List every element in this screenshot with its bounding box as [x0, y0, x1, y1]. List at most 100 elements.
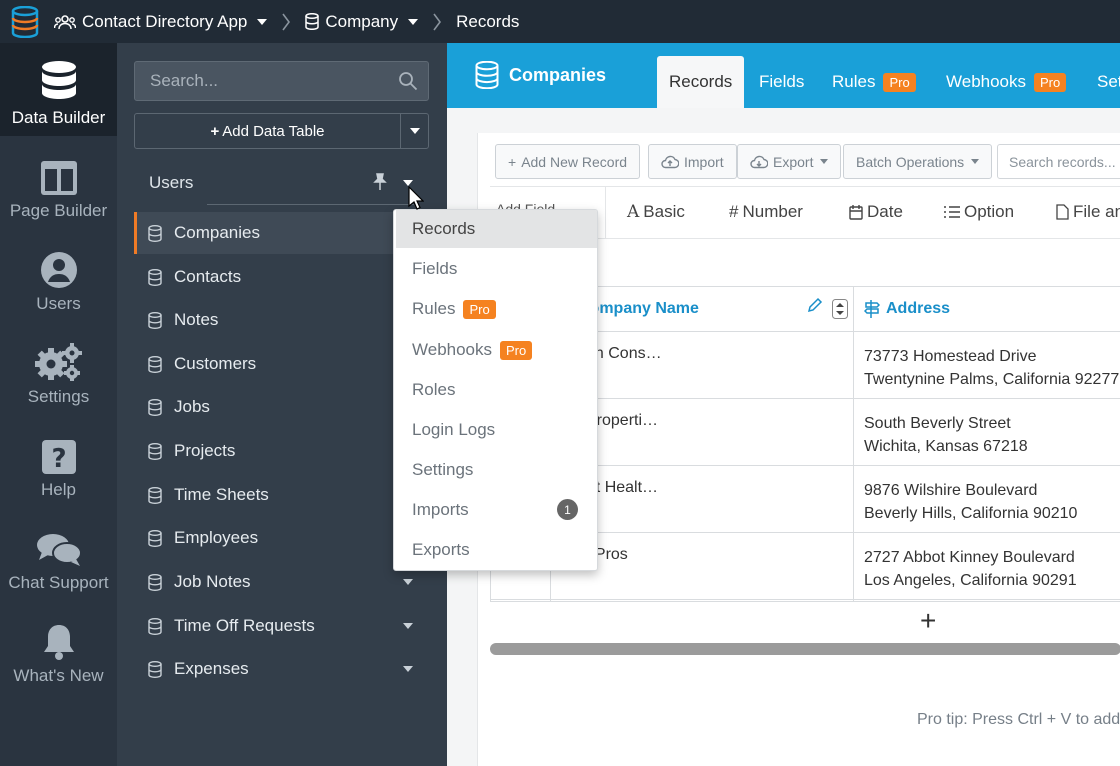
field-type-file[interactable]: File an	[1056, 202, 1120, 222]
pro-badge: Pro	[500, 340, 533, 360]
hash-icon: #	[729, 202, 739, 221]
breadcrumb-company[interactable]: Company	[305, 12, 419, 32]
nav-users[interactable]: Users	[0, 229, 117, 322]
batch-operations-button[interactable]: Batch Operations	[843, 144, 993, 179]
menu-item-imports[interactable]: Imports 1	[394, 491, 597, 529]
tab-label: Set	[1097, 72, 1120, 91]
chevron-down-icon[interactable]	[403, 579, 413, 585]
add-data-table-dropdown[interactable]	[400, 114, 428, 148]
mouse-cursor-icon	[408, 186, 424, 210]
sidebar-item-expenses[interactable]: Expenses	[134, 648, 429, 690]
database-icon	[305, 13, 320, 30]
sidebar-item-time-off-requests[interactable]: Time Off Requests	[134, 605, 429, 647]
add-row-button[interactable]: +	[920, 607, 936, 635]
horizontal-scrollbar[interactable]	[490, 643, 1120, 655]
search-records-input[interactable]: Search records...	[997, 144, 1120, 179]
sidebar-search-input[interactable]: Search...	[134, 61, 429, 101]
menu-item-settings[interactable]: Settings	[394, 451, 597, 489]
address-line-2: Twentynine Palms, California 92277	[864, 371, 1120, 388]
nav-whats-new[interactable]: What's New	[0, 601, 117, 694]
add-new-record-button[interactable]: + Add New Record	[495, 144, 641, 179]
svg-text:?: ?	[51, 444, 66, 474]
sidebar-item-projects[interactable]: Projects	[134, 430, 429, 472]
chevron-down-icon	[409, 128, 420, 134]
tab-webhooks[interactable]: Webhooks Pro	[946, 56, 1067, 108]
nav-label: What's New	[13, 666, 104, 685]
column-header-address[interactable]: Address	[854, 287, 1120, 332]
field-type-date[interactable]: Date	[849, 202, 903, 222]
nav-page-builder[interactable]: Page Builder	[0, 136, 117, 229]
menu-item-login-logs[interactable]: Login Logs	[394, 411, 597, 449]
sidebar-item-companies[interactable]: Companies	[134, 212, 429, 254]
tab-fields[interactable]: Fields	[759, 56, 804, 108]
help-icon: ?	[41, 429, 77, 475]
button-label: Import	[684, 153, 724, 170]
nav-data-builder[interactable]: Data Builder	[0, 43, 117, 136]
chevron-down-icon[interactable]	[403, 623, 413, 629]
sort-icon[interactable]	[832, 299, 848, 319]
sidebar-item-employees[interactable]: Employees	[134, 517, 429, 559]
add-data-table-button[interactable]: + Add Data Table	[135, 114, 400, 148]
list-icon	[944, 206, 960, 218]
address-line-1: South Beverly Street	[864, 415, 1011, 432]
sidebar-item-label: Companies	[174, 223, 260, 242]
address-line-2: Los Angeles, California 90291	[864, 572, 1077, 589]
nav-help[interactable]: ? Help	[0, 415, 117, 508]
nav-label: Settings	[27, 387, 90, 406]
user-icon	[40, 243, 78, 289]
users-label: Users	[149, 173, 194, 192]
menu-item-exports[interactable]: Exports	[394, 531, 597, 569]
database-icon	[148, 486, 162, 504]
page-title-text: Companies	[509, 64, 607, 85]
chevron-down-icon	[971, 159, 980, 164]
menu-item-rules[interactable]: Rules Pro	[394, 290, 597, 328]
menu-item-label: Login Logs	[412, 420, 496, 439]
menu-item-label: Fields	[412, 259, 458, 278]
pencil-icon[interactable]	[807, 297, 823, 313]
export-button[interactable]: Export	[737, 144, 842, 179]
tab-records[interactable]: Records	[657, 56, 745, 108]
page-builder-icon	[40, 150, 78, 196]
sidebar-item-time-sheets[interactable]: Time Sheets	[134, 474, 429, 516]
chat-icon	[36, 522, 82, 568]
chevron-down-icon[interactable]	[403, 666, 413, 672]
button-label: Batch Operations	[856, 153, 965, 170]
database-icon	[148, 529, 162, 547]
menu-item-roles[interactable]: Roles	[394, 371, 597, 409]
sidebar-item-notes[interactable]: Notes	[134, 299, 429, 341]
tab-label: Records	[669, 72, 733, 91]
field-type-label: File an	[1073, 202, 1120, 221]
app-logo-icon[interactable]	[0, 0, 50, 43]
menu-item-fields[interactable]: Fields	[394, 250, 597, 288]
nav-label: Users	[36, 294, 81, 313]
tab-rules[interactable]: Rules Pro	[832, 56, 916, 108]
tab-settings[interactable]: Set	[1097, 56, 1120, 108]
pin-icon[interactable]	[371, 173, 389, 191]
address-line-1: 9876 Wilshire Boulevard	[864, 482, 1038, 499]
button-label: Add New Record	[521, 153, 628, 170]
chevron-down-icon	[820, 159, 829, 164]
field-type-label: Date	[867, 202, 903, 221]
database-icon	[148, 442, 162, 460]
nav-settings[interactable]: Settings	[0, 322, 117, 415]
nav-label: Help	[41, 480, 76, 499]
table-options-menu: Records Fields Rules Pro Webhooks Pro Role…	[393, 209, 598, 571]
menu-item-webhooks[interactable]: Webhooks Pro	[394, 331, 597, 369]
menu-item-records[interactable]: Records	[396, 210, 597, 248]
field-type-basic[interactable]: A Basic	[627, 202, 685, 222]
app-switcher[interactable]: Contact Directory App	[54, 12, 268, 32]
sidebar-item-customers[interactable]: Customers	[134, 343, 429, 385]
nav-chat-support[interactable]: Chat Support	[0, 508, 117, 601]
sidebar-item-job-notes[interactable]: Job Notes	[134, 561, 429, 603]
sidebar-item-jobs[interactable]: Jobs	[134, 386, 429, 428]
nav-label: Chat Support	[8, 573, 109, 592]
pro-badge: Pro	[883, 72, 916, 92]
tab-label: Webhooks	[946, 72, 1027, 91]
pro-tip-text: Pro tip: Press Ctrl + V to add	[917, 711, 1120, 728]
import-button[interactable]: Import	[648, 144, 737, 179]
field-type-option[interactable]: Option	[944, 202, 1014, 222]
field-type-number[interactable]: # Number	[729, 202, 803, 222]
sidebar-item-contacts[interactable]: Contacts	[134, 256, 429, 298]
users-table-item[interactable]: Users	[134, 163, 429, 203]
sidebar-item-label: Projects	[174, 441, 236, 460]
